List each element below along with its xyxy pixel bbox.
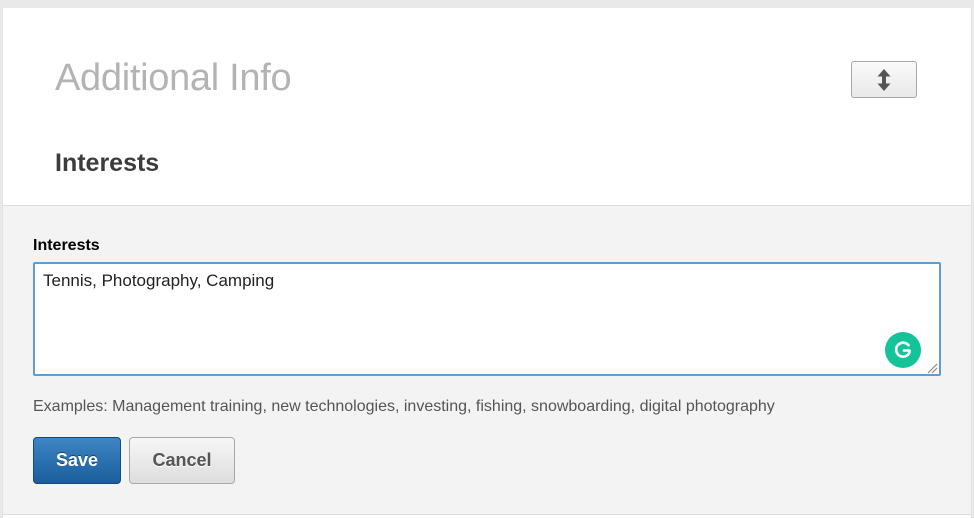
section-title: Additional Info (55, 57, 292, 99)
up-down-arrow-icon (877, 68, 891, 91)
grammarly-icon[interactable] (885, 332, 921, 368)
edit-panel: Interests Tennis, Photography, Camping E… (3, 205, 971, 515)
interests-textarea[interactable]: Tennis, Photography, Camping (35, 264, 939, 374)
resize-handle-icon[interactable] (926, 361, 938, 374)
cancel-button[interactable]: Cancel (129, 437, 235, 484)
interests-textarea-container: Tennis, Photography, Camping (33, 262, 941, 376)
subsection-title: Interests (55, 149, 160, 177)
save-button[interactable]: Save (33, 437, 121, 484)
interests-hint-text: Examples: Management training, new techn… (33, 398, 775, 415)
reorder-button[interactable] (851, 61, 917, 98)
additional-info-card: Additional Info Interests Interests Tenn… (2, 8, 972, 518)
interests-field-label: Interests (33, 237, 100, 254)
